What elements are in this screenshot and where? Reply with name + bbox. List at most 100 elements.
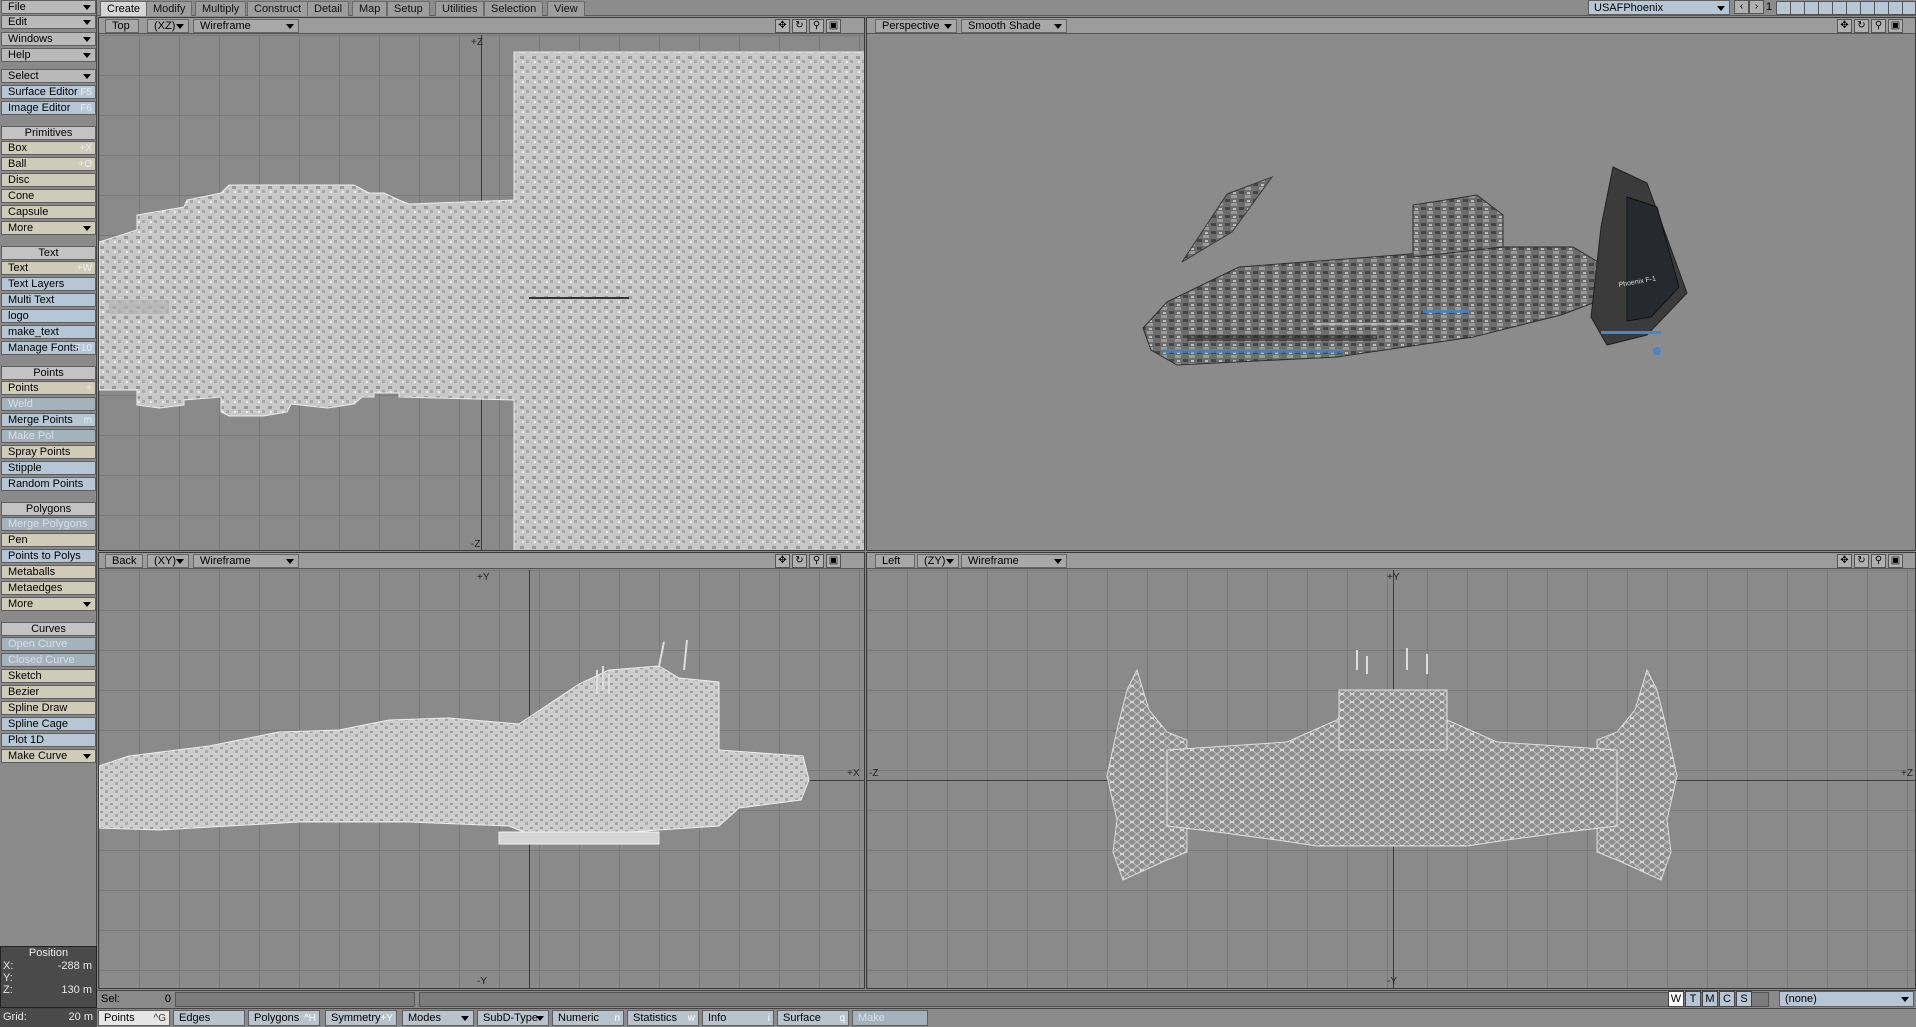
shading-dropdown[interactable]: Wireframe bbox=[193, 554, 299, 568]
pen-button[interactable]: Pen bbox=[1, 533, 96, 547]
shading-dropdown[interactable]: Wireframe bbox=[193, 19, 299, 33]
spline-draw-button[interactable]: Spline Draw bbox=[1, 701, 96, 715]
spray-points-button[interactable]: Spray Points bbox=[1, 445, 96, 459]
disc-button[interactable]: Disc bbox=[1, 173, 96, 187]
symmetry-button[interactable]: Symmetry +Y bbox=[325, 1010, 397, 1026]
surface-editor-button[interactable]: Surface Editor F5 bbox=[1, 85, 96, 99]
spline-cage-button[interactable]: Spline Cage bbox=[1, 717, 96, 731]
primitives-more-button[interactable]: More bbox=[1, 221, 96, 235]
merge-polygons-button[interactable]: Merge Polygons bbox=[1, 517, 96, 531]
zoom-icon[interactable]: ⚲ bbox=[809, 19, 824, 33]
view-axes-dropdown[interactable]: (XY) bbox=[147, 554, 189, 568]
zoom-icon[interactable]: ⚲ bbox=[1871, 19, 1886, 33]
polygons-mode-button[interactable]: Polygons ^H bbox=[248, 1010, 320, 1026]
wireframe-toggle[interactable]: W bbox=[1668, 991, 1684, 1007]
text-layers-button[interactable]: Text Layers bbox=[1, 277, 96, 291]
texture-toggle[interactable]: T bbox=[1685, 991, 1701, 1007]
view-axes-dropdown[interactable]: (ZY) bbox=[917, 554, 959, 568]
statistics-button[interactable]: Statistics w bbox=[627, 1010, 699, 1026]
tab-construct[interactable]: Construct bbox=[247, 1, 309, 16]
make-button[interactable]: Make bbox=[852, 1010, 928, 1026]
zoom-icon[interactable]: ⚲ bbox=[1871, 554, 1886, 568]
tab-setup[interactable]: Setup bbox=[387, 1, 430, 16]
closed-curve-button[interactable]: Closed Curve bbox=[1, 653, 96, 667]
points-to-polys-button[interactable]: Points to Polys bbox=[1, 549, 96, 563]
color-toggle[interactable]: C bbox=[1719, 991, 1735, 1007]
modes-dropdown[interactable]: Modes bbox=[402, 1010, 474, 1026]
make-pol-button[interactable]: Make Pol bbox=[1, 429, 96, 443]
multi-text-button[interactable]: Multi Text bbox=[1, 293, 96, 307]
bezier-button[interactable]: Bezier bbox=[1, 685, 96, 699]
view-type-dropdown[interactable]: Back bbox=[105, 554, 143, 568]
sketch-toggle[interactable]: S bbox=[1736, 991, 1752, 1007]
image-editor-button[interactable]: Image Editor F6 bbox=[1, 101, 96, 115]
cone-button[interactable]: Cone bbox=[1, 189, 96, 203]
view-type-dropdown[interactable]: Top bbox=[105, 19, 139, 33]
windows-menu[interactable]: Windows bbox=[1, 32, 96, 46]
layer-dropdown[interactable]: (none) bbox=[1779, 991, 1914, 1007]
tab-view[interactable]: View bbox=[547, 1, 585, 16]
make-curve-button[interactable]: Make Curve bbox=[1, 749, 96, 763]
help-menu[interactable]: Help bbox=[1, 48, 96, 62]
capsule-button[interactable]: Capsule bbox=[1, 205, 96, 219]
rotate-view-icon[interactable]: ↻ bbox=[1854, 554, 1869, 568]
shading-dropdown[interactable]: Wireframe bbox=[961, 554, 1067, 568]
rotate-view-icon[interactable]: ↻ bbox=[792, 19, 807, 33]
tab-utilities[interactable]: Utilities bbox=[435, 1, 485, 16]
points-mode-button[interactable]: Points ^G bbox=[98, 1010, 170, 1026]
viewport-top[interactable]: Top (XZ) Wireframe ✥ ↻ ⚲ ▣ +Z -Z bbox=[98, 17, 865, 551]
tab-selection[interactable]: Selection bbox=[484, 1, 544, 16]
viewport-back[interactable]: Back (XY) Wireframe ✥ ↻ ⚲ ▣ +Y -Y -X +X bbox=[98, 552, 865, 989]
rotate-view-icon[interactable]: ↻ bbox=[1854, 19, 1869, 33]
layer-bank[interactable] bbox=[1776, 1, 1916, 15]
text-button[interactable]: Text +W bbox=[1, 261, 96, 275]
viewport-perspective[interactable]: Perspective Smooth Shade ✥ ↻ ⚲ ▣ Phoenix… bbox=[866, 17, 1916, 551]
numeric-button[interactable]: Numeric n bbox=[552, 1010, 624, 1026]
open-curve-button[interactable]: Open Curve bbox=[1, 637, 96, 651]
tab-map[interactable]: Map bbox=[352, 1, 388, 16]
move-view-icon[interactable]: ✥ bbox=[775, 19, 790, 33]
tab-create[interactable]: Create bbox=[100, 1, 148, 16]
surface-button[interactable]: Surface q bbox=[777, 1010, 849, 1026]
move-view-icon[interactable]: ✥ bbox=[1837, 554, 1852, 568]
metaballs-button[interactable]: Metaballs bbox=[1, 565, 96, 579]
box-button[interactable]: Box +X bbox=[1, 141, 96, 155]
stipple-button[interactable]: Stipple bbox=[1, 461, 96, 475]
move-view-icon[interactable]: ✥ bbox=[1837, 19, 1852, 33]
polygons-more-button[interactable]: More bbox=[1, 597, 96, 611]
viewport-left[interactable]: Left (ZY) Wireframe ✥ ↻ ⚲ ▣ +Y -Y -Z +Z bbox=[866, 552, 1916, 989]
object-dropdown[interactable]: USAFPhoenix bbox=[1588, 0, 1730, 15]
metaedges-button[interactable]: Metaedges bbox=[1, 581, 96, 595]
merge-points-button[interactable]: Merge Points m bbox=[1, 413, 96, 427]
move-view-icon[interactable]: ✥ bbox=[775, 554, 790, 568]
edges-mode-button[interactable]: Edges bbox=[173, 1010, 245, 1026]
tab-detail[interactable]: Detail bbox=[307, 1, 350, 16]
edit-menu[interactable]: Edit bbox=[1, 15, 96, 29]
file-menu[interactable]: File bbox=[1, 0, 96, 14]
prev-layer-icon[interactable]: ‹ bbox=[1734, 0, 1749, 14]
zoom-icon[interactable]: ⚲ bbox=[809, 554, 824, 568]
manage-fonts-button[interactable]: Manage Fonts F10 bbox=[1, 341, 96, 355]
maximize-icon[interactable]: ▣ bbox=[1888, 19, 1903, 33]
tab-multiply[interactable]: Multiply bbox=[195, 1, 247, 16]
tab-modify[interactable]: Modify bbox=[146, 1, 193, 16]
plot-1d-button[interactable]: Plot 1D bbox=[1, 733, 96, 747]
view-type-dropdown[interactable]: Left bbox=[875, 554, 915, 568]
points-button[interactable]: Points + bbox=[1, 381, 96, 395]
make-text-button[interactable]: make_text bbox=[1, 325, 96, 339]
ball-button[interactable]: Ball +O bbox=[1, 157, 96, 171]
maximize-icon[interactable]: ▣ bbox=[1888, 554, 1903, 568]
weld-button[interactable]: Weld bbox=[1, 397, 96, 411]
material-toggle[interactable]: M bbox=[1702, 991, 1718, 1007]
view-type-dropdown[interactable]: Perspective bbox=[875, 19, 957, 33]
maximize-icon[interactable]: ▣ bbox=[826, 554, 841, 568]
maximize-icon[interactable]: ▣ bbox=[826, 19, 841, 33]
select-menu[interactable]: Select bbox=[1, 69, 96, 83]
rotate-view-icon[interactable]: ↻ bbox=[792, 554, 807, 568]
shading-dropdown[interactable]: Smooth Shade bbox=[961, 19, 1067, 33]
next-layer-icon[interactable]: › bbox=[1749, 0, 1764, 14]
random-points-button[interactable]: Random Points bbox=[1, 477, 96, 491]
logo-button[interactable]: logo bbox=[1, 309, 96, 323]
info-button[interactable]: Info i bbox=[702, 1010, 774, 1026]
subd-type-dropdown[interactable]: SubD-Type bbox=[477, 1010, 549, 1026]
